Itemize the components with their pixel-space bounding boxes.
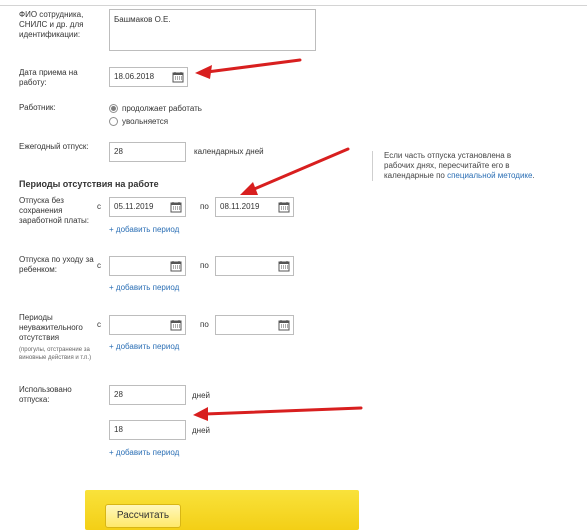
calculate-button[interactable]: Рассчитать [105, 504, 181, 528]
annual-leave-unit: календарных дней [194, 147, 264, 156]
absence-section-title: Периоды отсутствия на работе [19, 179, 159, 189]
absence-from-field[interactable] [109, 315, 186, 335]
radio-continues[interactable]: продолжает работать [109, 102, 202, 114]
to-label: по [200, 261, 209, 270]
top-divider [0, 5, 587, 6]
annual-leave-hint: Если часть отпуска установлена в рабочих… [372, 151, 542, 181]
add-childcare-period-link[interactable]: + добавить период [109, 283, 179, 292]
annual-leave-input[interactable]: 28 [109, 142, 186, 162]
absence-to-field[interactable] [215, 315, 294, 335]
unjustified-absence-note: (прогулы, отстранение за виновные действ… [19, 347, 92, 361]
radio-continues-label[interactable]: продолжает работать [122, 104, 202, 113]
used-leave-input-1[interactable]: 28 [109, 385, 186, 405]
radio-button-icon[interactable] [109, 103, 118, 113]
unpaid-to-value: 08.11.2019 [220, 202, 260, 211]
from-label: с [97, 261, 101, 270]
hint-end: . [532, 171, 535, 180]
from-label: с [97, 320, 101, 329]
calendar-icon[interactable] [170, 201, 182, 213]
add-absence-period-link[interactable]: + добавить период [109, 342, 179, 351]
childcare-to-field[interactable] [215, 256, 294, 276]
childcare-from-field[interactable] [109, 256, 186, 276]
radio-leaving-label[interactable]: увольняется [122, 117, 168, 126]
calendar-icon[interactable] [172, 71, 184, 83]
calendar-icon[interactable] [278, 319, 290, 331]
used-leave-input-2[interactable]: 18 [109, 420, 186, 440]
calendar-icon[interactable] [170, 319, 182, 331]
to-label: по [200, 320, 209, 329]
worker-label: Работник: [19, 103, 56, 112]
unjustified-absence-label: Периоды неуважительного отсутствия [19, 313, 83, 342]
to-label: по [200, 202, 209, 211]
childcare-leave-label: Отпуска по уходу за ребенком: [19, 255, 94, 274]
calendar-icon[interactable] [278, 201, 290, 213]
radio-leaving[interactable]: увольняется [109, 115, 168, 127]
add-unpaid-period-link[interactable]: + добавить период [109, 225, 179, 234]
calendar-icon[interactable] [278, 260, 290, 272]
annual-leave-label: Ежегодный отпуск: [19, 142, 89, 151]
unpaid-leave-label: Отпуска без сохранения заработной платы: [19, 196, 90, 225]
hire-date-label: Дата приема на работу: [19, 68, 78, 87]
red-arrow-icon [195, 58, 302, 79]
unpaid-from-value: 05.11.2019 [114, 202, 154, 211]
unpaid-to-field[interactable]: 08.11.2019 [215, 197, 294, 217]
hire-date-value: 18.06.2018 [114, 72, 155, 81]
hint-link[interactable]: специальной методике [447, 171, 532, 180]
days-unit-1: дней [192, 391, 211, 400]
employee-textarea[interactable]: Башмаков О.Е. [109, 9, 316, 51]
calendar-icon[interactable] [170, 260, 182, 272]
radio-button-icon[interactable] [109, 116, 118, 126]
add-used-period-link[interactable]: + добавить период [109, 448, 179, 457]
hire-date-field[interactable]: 18.06.2018 [109, 67, 188, 87]
red-arrow-icon [193, 406, 363, 421]
employee-label: ФИО сотрудника, СНИЛС и др. для идентифи… [19, 10, 84, 39]
days-unit-2: дней [192, 426, 211, 435]
from-label: с [97, 202, 101, 211]
used-leave-label: Использовано отпуска: [19, 385, 72, 404]
unpaid-from-field[interactable]: 05.11.2019 [109, 197, 186, 217]
